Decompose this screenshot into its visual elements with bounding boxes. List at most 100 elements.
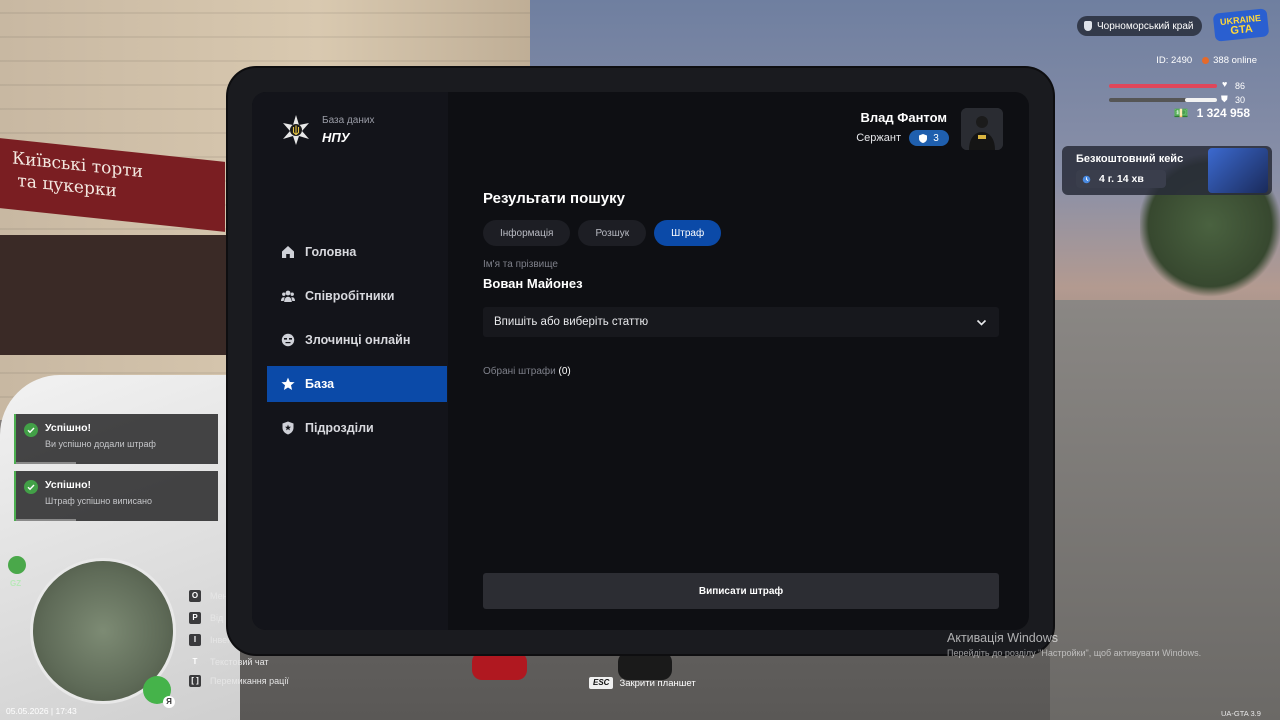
hotkey-label: Мен <box>210 591 228 601</box>
armor-bar <box>1185 98 1217 102</box>
avatar[interactable] <box>961 108 1003 150</box>
money-value: 1 324 958 <box>1196 106 1250 120</box>
home-icon <box>282 246 294 258</box>
zone-label: GZ <box>10 579 22 588</box>
game-version: UA-GTA 3.9 <box>1221 709 1261 718</box>
hotkey-hint: [ ] Перемикання рації <box>189 675 289 687</box>
notification-progress <box>16 462 76 464</box>
armor-value: 30 <box>1235 95 1246 105</box>
sidebar: База даних НПУ Головна Співробітники Зло… <box>252 92 448 630</box>
online-count: 388 online <box>1213 55 1257 66</box>
brand-line2: GTA <box>1229 22 1254 38</box>
selected-fines: Обрані штрафи (0) <box>483 366 571 377</box>
shop-sign-text: Київські торти та цукерки <box>12 148 143 202</box>
player-info: ID: 2490 388 online <box>1156 55 1257 66</box>
police-tablet: База даних НПУ Головна Співробітники Зло… <box>228 68 1053 654</box>
check-icon <box>24 480 38 494</box>
rank-shield-icon <box>919 133 928 143</box>
date-time: 05.05.2026 | 17:43 <box>6 706 77 716</box>
page-title: Результати пошуку <box>483 190 625 207</box>
health-value: 86 <box>1235 81 1246 91</box>
hotkey-key: O <box>189 590 201 602</box>
tab-wanted[interactable]: Розшук <box>578 220 647 246</box>
users-icon <box>281 290 295 302</box>
voice-label: Я <box>163 696 175 708</box>
sidebar-item-employees[interactable]: Співробітники <box>267 278 447 314</box>
sidebar-item-label: Співробітники <box>305 289 395 303</box>
rank-badge: 3 <box>909 130 949 146</box>
sidebar-item-criminals-online[interactable]: Злочинці онлайн <box>267 322 447 358</box>
article-select[interactable]: Впишіть або виберіть статтю <box>483 307 999 337</box>
sidebar-item-divisions[interactable]: Підрозділи <box>267 410 447 446</box>
hotkey-label: Перемикання рації <box>210 676 289 686</box>
article-select-placeholder: Впишіть або виберіть статтю <box>494 316 649 328</box>
zone-icon <box>8 556 26 574</box>
profile-name: Влад Фантом <box>860 110 948 125</box>
police-emblem-icon <box>283 115 309 145</box>
case-title: Безкоштовний кейс <box>1076 153 1184 165</box>
character-foot <box>618 652 672 680</box>
region-name: Чорноморський край <box>1097 20 1194 32</box>
sidebar-item-database[interactable]: База <box>267 366 447 402</box>
tab-information[interactable]: Інформація <box>483 220 571 246</box>
region-badge: Чорноморський край <box>1077 16 1202 36</box>
notification-toast: Успішно! Ви успішно додали штраф <box>14 414 218 464</box>
online-dot-icon <box>1202 57 1210 64</box>
hotkey-hint: T Текстовий чат <box>189 656 269 668</box>
shop-front <box>0 235 230 578</box>
hotkey-key: P <box>189 612 201 624</box>
esc-key: ESC <box>589 677 614 689</box>
hotkey-key: T <box>192 657 198 666</box>
hotkey-key: I <box>189 634 201 646</box>
money-display: 💵 1 324 958 <box>1174 106 1250 120</box>
sidebar-item-label: Головна <box>305 245 357 259</box>
hotkey-label: Текстовий чат <box>210 657 269 667</box>
notification-toast: Успішно! Штраф успішно виписано <box>14 471 218 521</box>
heart-icon: ♥ <box>1222 79 1228 89</box>
player-id: ID: 2490 <box>1156 55 1193 66</box>
tab-fine[interactable]: Штраф <box>654 220 722 246</box>
rank-level: 3 <box>933 132 939 144</box>
shield-icon <box>282 421 294 435</box>
notification-progress <box>16 519 76 521</box>
criminal-icon <box>281 333 295 347</box>
result-tabs: Інформація Розшук Штраф <box>483 220 729 246</box>
notification-title: Успішно! <box>45 479 91 491</box>
sidebar-nav: Головна Співробітники Злочинці онлайн Ба… <box>267 234 447 454</box>
notification-message: Ви успішно додали штраф <box>45 439 156 449</box>
notification-title: Успішно! <box>45 422 91 434</box>
chevron-down-icon <box>976 319 987 326</box>
armor-icon: ⛊ <box>1221 94 1228 104</box>
money-icon: 💵 <box>1173 106 1189 120</box>
case-timer: 4 г. 14 хв <box>1076 170 1166 188</box>
sidebar-item-label: База <box>305 377 335 391</box>
hotkey-key: [ ] <box>189 675 201 687</box>
notification-message: Штраф успішно виписано <box>45 496 152 506</box>
selected-fines-label: Обрані штрафи <box>483 366 556 377</box>
health-bar <box>1109 84 1217 88</box>
hotkey-label: Від <box>210 613 224 623</box>
tablet-screen: База даних НПУ Головна Співробітники Зло… <box>252 92 1029 630</box>
name-label: Ім'я та прізвище <box>483 259 558 270</box>
issue-fine-button[interactable]: Виписати штраф <box>483 573 999 609</box>
close-tablet-hint: ESC Закрити планшет <box>589 677 696 689</box>
close-tablet-label: Закрити планшет <box>619 677 696 689</box>
windows-activation-subtitle: Перейдіть до розділу "Настройки", щоб ак… <box>947 648 1202 658</box>
hotkey-hint: O Мен <box>189 590 228 602</box>
sidebar-item-home[interactable]: Головна <box>267 234 447 270</box>
case-image <box>1208 148 1268 193</box>
brand-logo: UKRAINE GTA <box>1212 8 1270 42</box>
sidebar-item-label: Підрозділи <box>305 421 374 435</box>
free-case-widget[interactable]: Безкоштовний кейс 4 г. 14 хв <box>1062 146 1272 195</box>
sidebar-item-label: Злочинці онлайн <box>305 333 411 347</box>
timer-icon <box>1082 175 1091 183</box>
hotkey-label: Інвен <box>210 635 233 645</box>
profile-rank: Сержант <box>856 132 901 144</box>
case-timer-value: 4 г. 14 хв <box>1099 173 1144 185</box>
suspect-name: Вован Майонез <box>483 276 583 291</box>
character-foot <box>472 652 527 680</box>
check-icon <box>24 423 38 437</box>
app-subtitle: База даних <box>322 115 375 126</box>
selected-fines-count: (0) <box>558 366 571 377</box>
hotkey-hint: I Інвен <box>189 634 232 646</box>
